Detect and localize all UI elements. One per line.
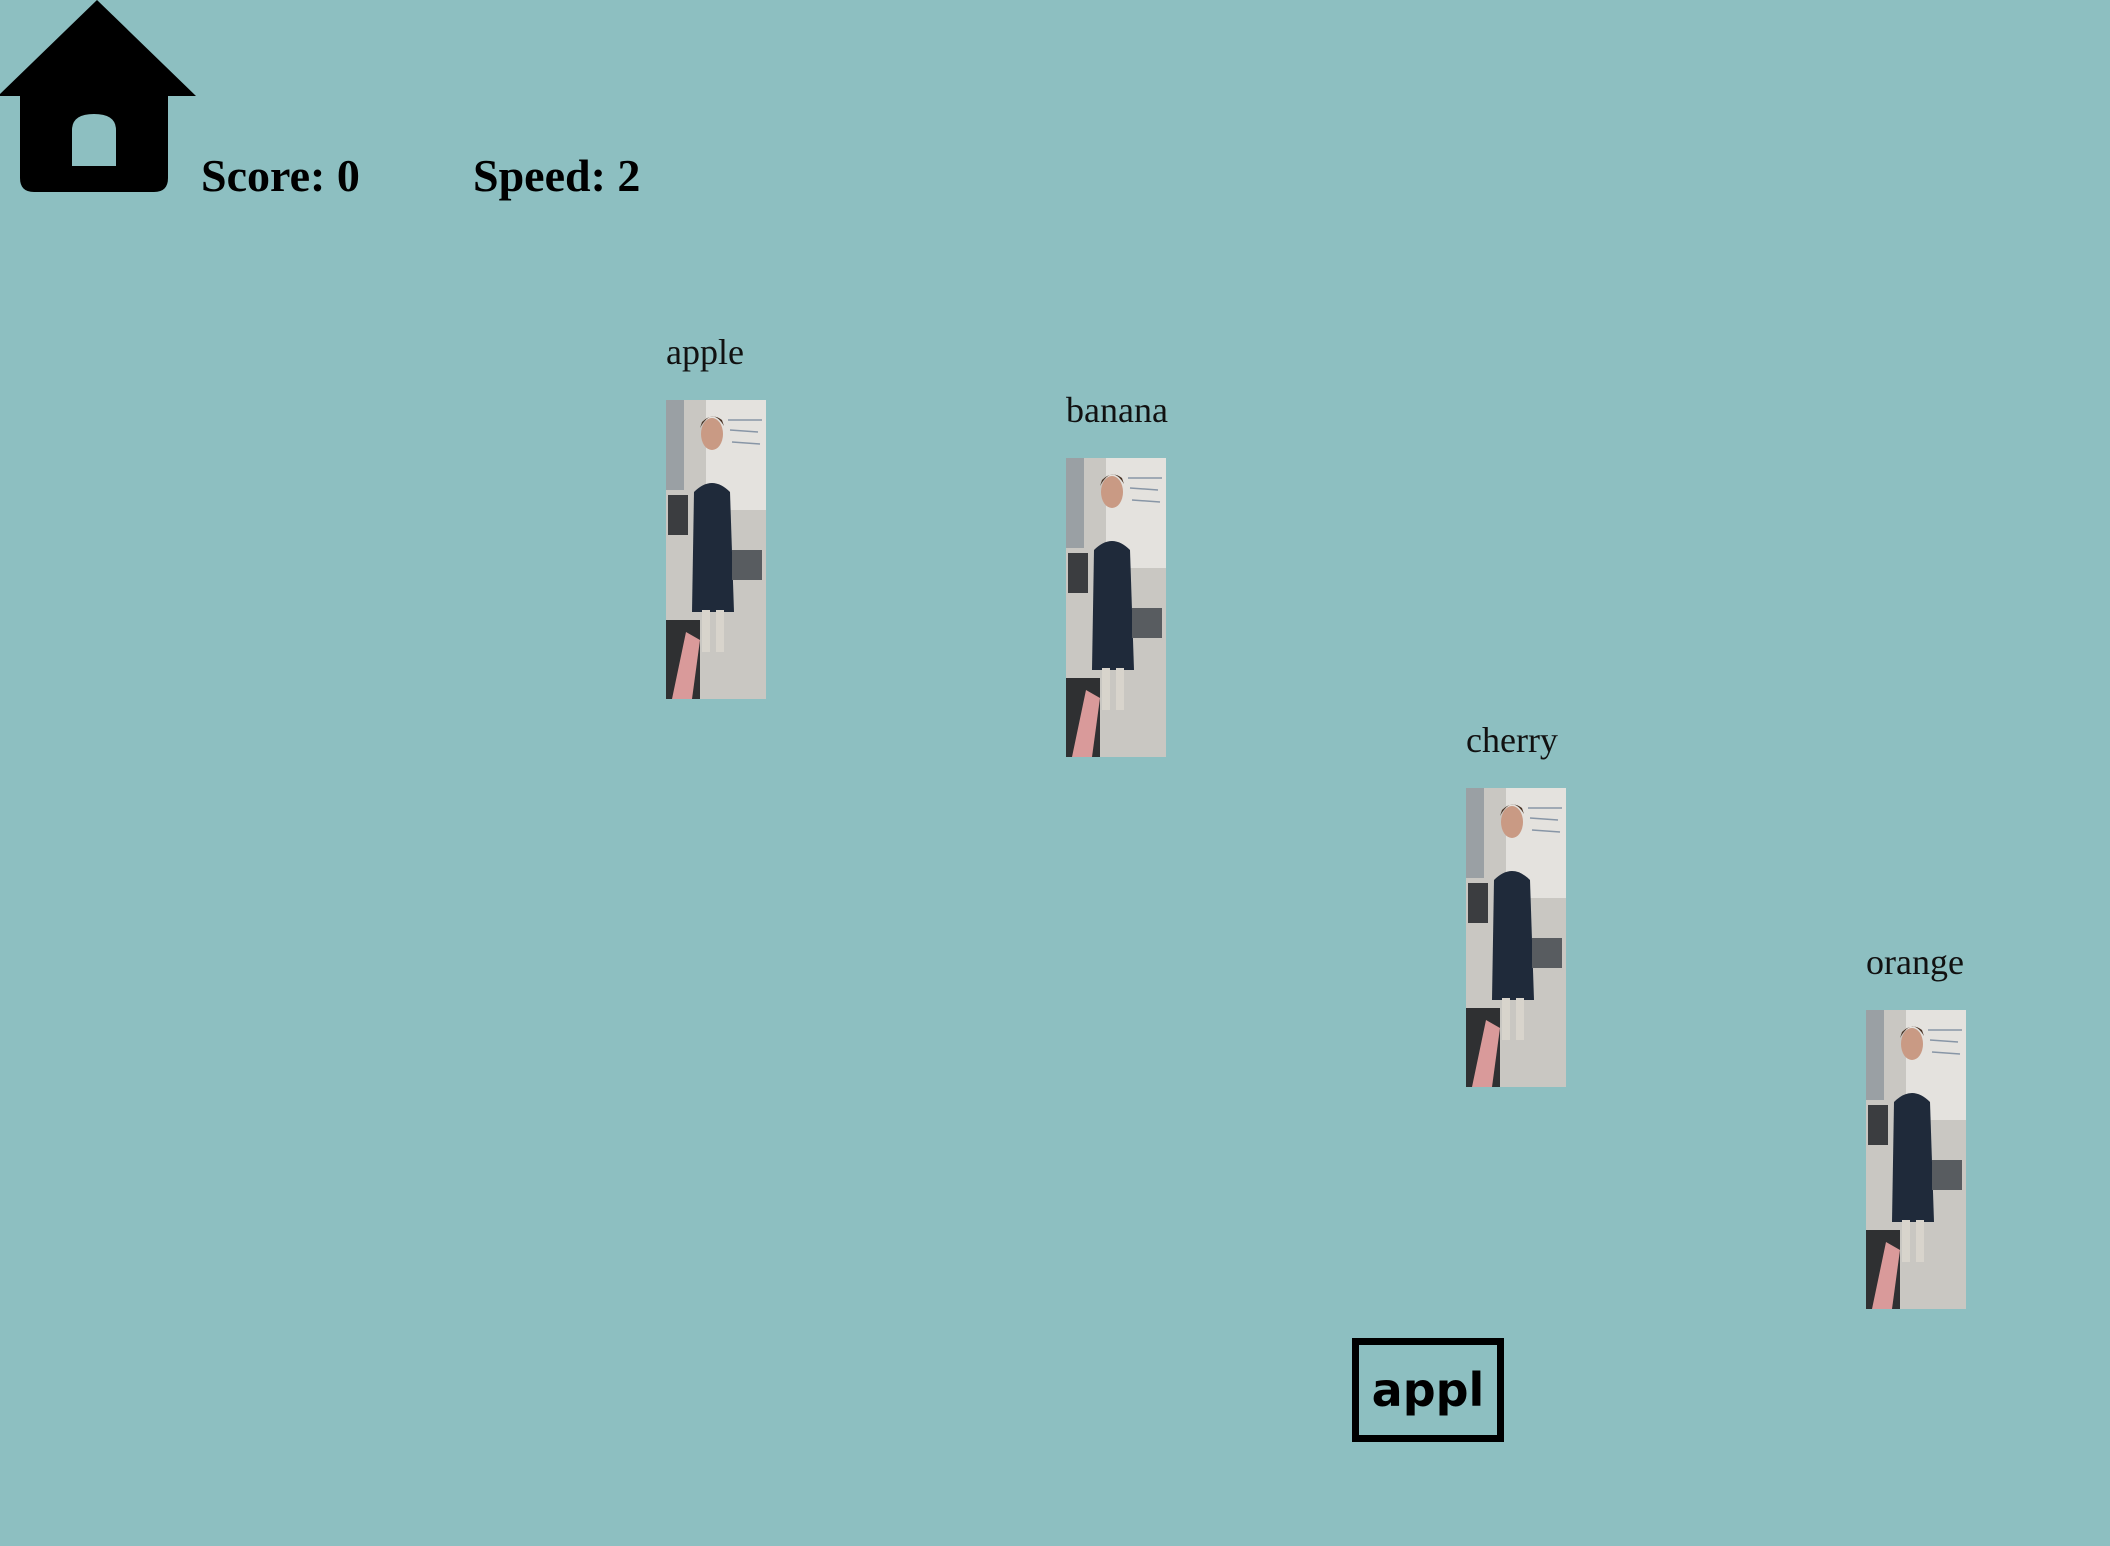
falling-word-apple: apple (666, 330, 806, 702)
falling-word-orange: orange (1866, 940, 2006, 1312)
game-stage: Score: 0 Speed: 2 apple banana cherry or… (0, 0, 2110, 1546)
falling-word-cherry: cherry (1466, 718, 1606, 1090)
person-photo (1466, 788, 1566, 1087)
typed-word-input[interactable]: appl (1352, 1338, 1504, 1442)
person-photo (666, 400, 766, 699)
person-photo (1066, 458, 1166, 757)
word-label: apple (666, 332, 744, 372)
home-icon[interactable] (0, 0, 196, 194)
falling-word-banana: banana (1066, 388, 1206, 760)
word-label: orange (1866, 942, 1964, 982)
word-label: cherry (1466, 720, 1558, 760)
word-label: banana (1066, 390, 1168, 430)
score-display: Score: 0 (201, 150, 360, 201)
speed-display: Speed: 2 (473, 150, 641, 201)
person-photo (1866, 1010, 1966, 1309)
